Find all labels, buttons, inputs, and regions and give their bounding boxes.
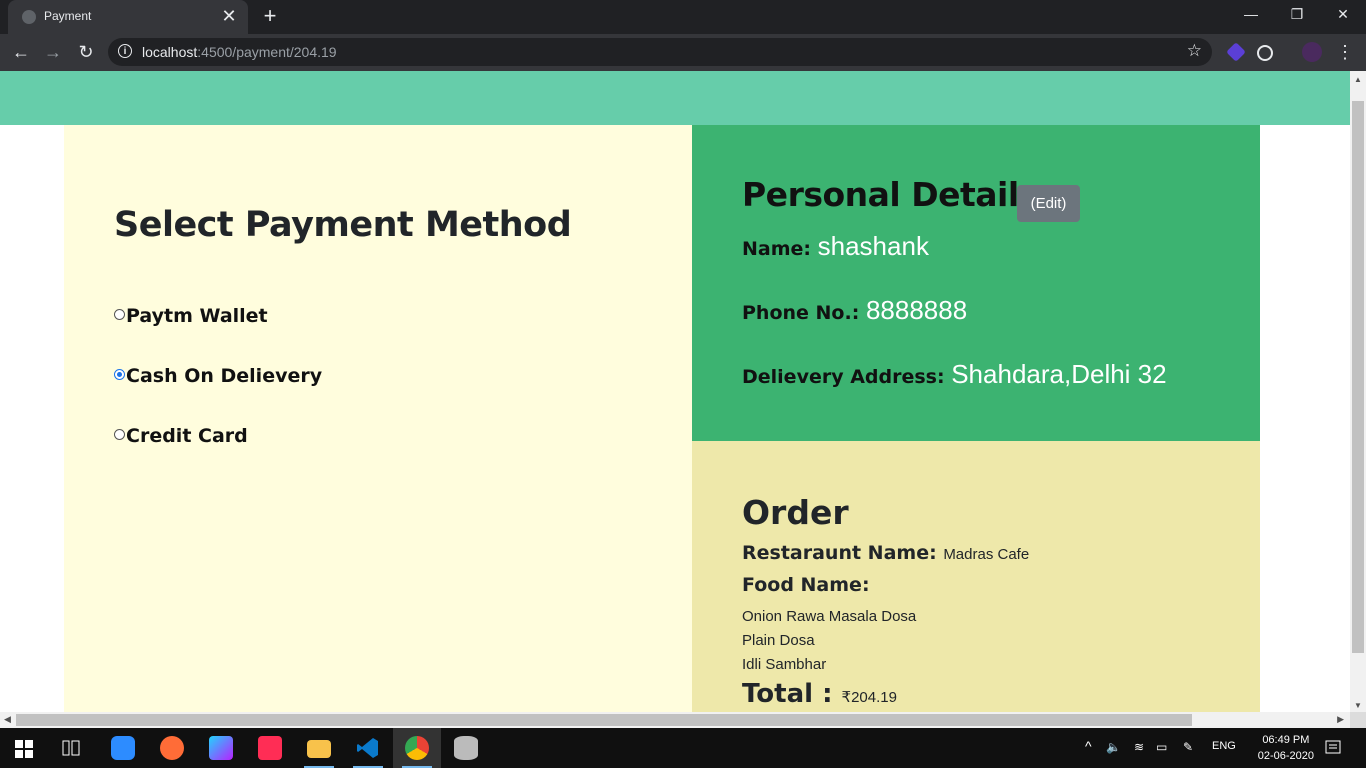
extension-icon[interactable] — [1226, 42, 1246, 62]
name-label: Name: — [742, 238, 812, 260]
chrome-icon[interactable] — [405, 736, 429, 760]
option-credit-card[interactable]: Credit Card — [114, 425, 248, 447]
scroll-up-icon[interactable]: ▲ — [1354, 75, 1362, 84]
personal-details-panel: Personal Details (Edit) Name: shashank P… — [692, 125, 1260, 441]
url-host: localhost — [142, 44, 198, 60]
zoom-icon[interactable] — [111, 736, 135, 760]
clock[interactable]: 06:49 PM 02-06-2020 — [1258, 732, 1314, 764]
tab-title: Payment — [44, 9, 92, 23]
bookmark-star-icon[interactable]: ☆ — [1187, 41, 1202, 61]
total-field: Total : ₹204.19 — [742, 679, 897, 709]
url-text[interactable]: localhost:4500/payment/204.19 — [142, 44, 337, 60]
restore-button[interactable]: ❐ — [1274, 0, 1320, 30]
taskbar: ^ 🔈 ≋ ▭ ✎ ENG 06:49 PM 02-06-2020 — [0, 728, 1366, 768]
browser-tab[interactable]: Payment ✕ — [8, 0, 248, 34]
food-item: Idli Sambhar — [742, 656, 827, 673]
postman-icon[interactable] — [160, 736, 184, 760]
radio-cod[interactable] — [114, 369, 125, 380]
phone-value: 8888888 — [865, 295, 968, 325]
menu-icon[interactable]: ⋮ — [1332, 40, 1358, 66]
reload-icon[interactable]: ↻ — [73, 40, 99, 66]
address-label: Delievery Address: — [742, 366, 945, 388]
option-cod[interactable]: Cash On Delievery — [114, 365, 322, 387]
order-panel: Order Restaraunt Name: Madras Cafe Food … — [692, 441, 1260, 712]
restaurant-field: Restaraunt Name: Madras Cafe — [742, 542, 1029, 564]
globe-icon — [22, 10, 36, 24]
database-icon[interactable] — [454, 736, 478, 760]
food-item: Onion Rawa Masala Dosa — [742, 608, 917, 625]
phone-label: Phone No.: — [742, 302, 860, 324]
battery-icon[interactable]: ▭ — [1156, 740, 1167, 754]
clock-date: 02-06-2020 — [1257, 750, 1314, 762]
address-value: Shahdara,Delhi 32 — [951, 359, 1167, 389]
top-banner — [0, 71, 1350, 125]
vertical-scrollbar[interactable]: ▲ ▼ — [1350, 71, 1366, 712]
option-paytm-label: Paytm Wallet — [126, 305, 268, 327]
volume-icon[interactable]: 🔈 — [1106, 740, 1121, 754]
order-heading: Order — [742, 493, 849, 532]
restaurant-label: Restaraunt Name: — [742, 542, 937, 564]
horizontal-scroll-thumb[interactable] — [16, 714, 1192, 726]
file-explorer-icon[interactable] — [307, 740, 331, 758]
food-item: Plain Dosa — [742, 632, 815, 649]
info-icon[interactable]: i — [118, 44, 132, 58]
payment-heading: Select Payment Method — [114, 205, 572, 245]
address-field: Delievery Address: Shahdara,Delhi 32 — [742, 359, 1167, 390]
name-value: shashank — [817, 231, 929, 261]
windows-start-icon[interactable] — [15, 740, 33, 758]
language-indicator[interactable]: ENG — [1212, 740, 1236, 752]
tab-close-icon[interactable]: ✕ — [218, 5, 240, 27]
phone-field: Phone No.: 8888888 — [742, 295, 967, 326]
profile-avatar[interactable] — [1302, 42, 1322, 62]
notification-icon[interactable] — [1325, 740, 1341, 756]
edit-button[interactable]: (Edit) — [1017, 185, 1080, 222]
vscode-icon[interactable] — [356, 736, 380, 760]
task-view-icon[interactable] — [62, 740, 80, 756]
wifi-icon[interactable]: ≋ — [1134, 740, 1144, 754]
minimize-button[interactable]: — — [1228, 0, 1274, 30]
url-path: :4500/payment/204.19 — [197, 44, 337, 60]
personal-heading: Personal Details — [742, 175, 1038, 214]
clock-time: 06:49 PM — [1262, 734, 1310, 746]
app-icon-pink[interactable] — [258, 736, 282, 760]
option-credit-card-label: Credit Card — [126, 425, 248, 447]
payment-method-panel: Select Payment Method Paytm Wallet Cash … — [64, 125, 692, 712]
browser-toolbar: ← → ↻ i localhost:4500/payment/204.19 ☆ … — [0, 34, 1366, 71]
horizontal-scrollbar[interactable]: ◀ ▶ — [0, 712, 1350, 728]
page-viewport: Select Payment Method Paytm Wallet Cash … — [0, 71, 1350, 712]
total-value: ₹204.19 — [841, 689, 897, 706]
restaurant-value: Madras Cafe — [943, 546, 1030, 563]
radio-credit-card[interactable] — [114, 429, 125, 440]
tray-chevron-icon[interactable]: ^ — [1085, 738, 1092, 754]
scrollbar-corner — [1350, 712, 1366, 728]
new-tab-button[interactable]: + — [258, 4, 282, 28]
option-cod-label: Cash On Delievery — [126, 365, 323, 387]
scroll-down-icon[interactable]: ▼ — [1354, 701, 1362, 710]
food-label: Food Name: — [742, 574, 870, 596]
app-icon[interactable] — [209, 736, 233, 760]
forward-icon[interactable]: → — [40, 40, 66, 66]
address-bar[interactable]: i localhost:4500/payment/204.19 ☆ — [108, 38, 1212, 66]
total-label: Total : — [742, 679, 833, 709]
react-devtools-icon[interactable] — [1257, 45, 1273, 61]
back-icon[interactable]: ← — [8, 40, 34, 66]
scroll-left-icon[interactable]: ◀ — [4, 714, 11, 725]
window-close-button[interactable]: ✕ — [1320, 0, 1366, 30]
option-paytm[interactable]: Paytm Wallet — [114, 305, 268, 327]
pen-icon[interactable]: ✎ — [1183, 740, 1193, 754]
vertical-scroll-thumb[interactable] — [1352, 101, 1364, 653]
tab-strip: Payment ✕ + — ❐ ✕ — [0, 0, 1366, 34]
scroll-right-icon[interactable]: ▶ — [1337, 714, 1344, 725]
radio-paytm[interactable] — [114, 309, 125, 320]
name-field: Name: shashank — [742, 231, 929, 262]
